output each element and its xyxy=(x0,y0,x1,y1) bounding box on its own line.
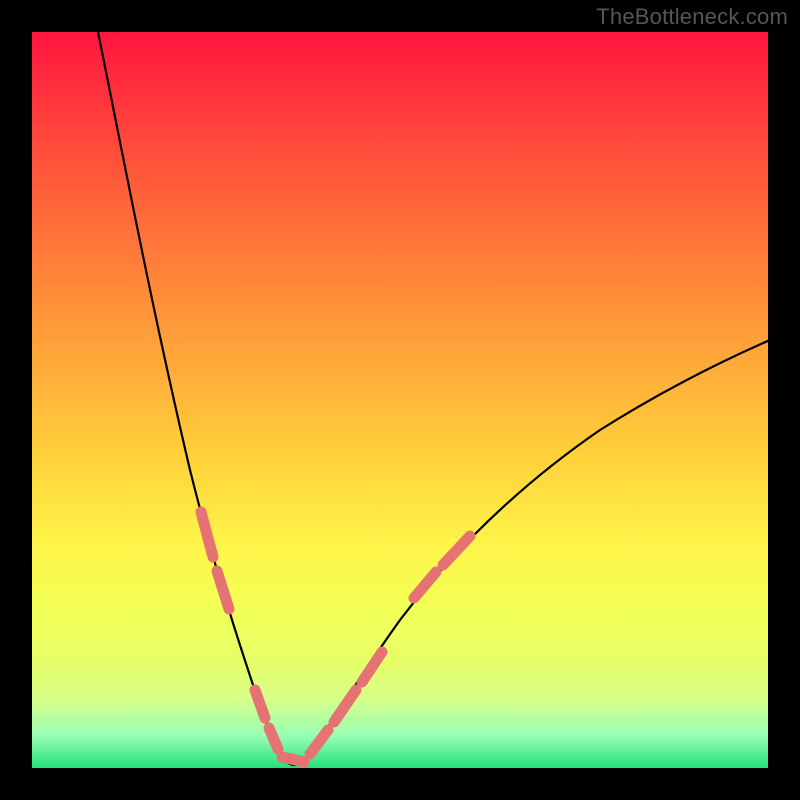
bottleneck-chart: TheBottleneck.com xyxy=(0,0,800,800)
plot-background xyxy=(32,32,768,768)
band-marker xyxy=(282,757,304,762)
chart-svg xyxy=(0,0,800,800)
watermark: TheBottleneck.com xyxy=(596,4,788,30)
